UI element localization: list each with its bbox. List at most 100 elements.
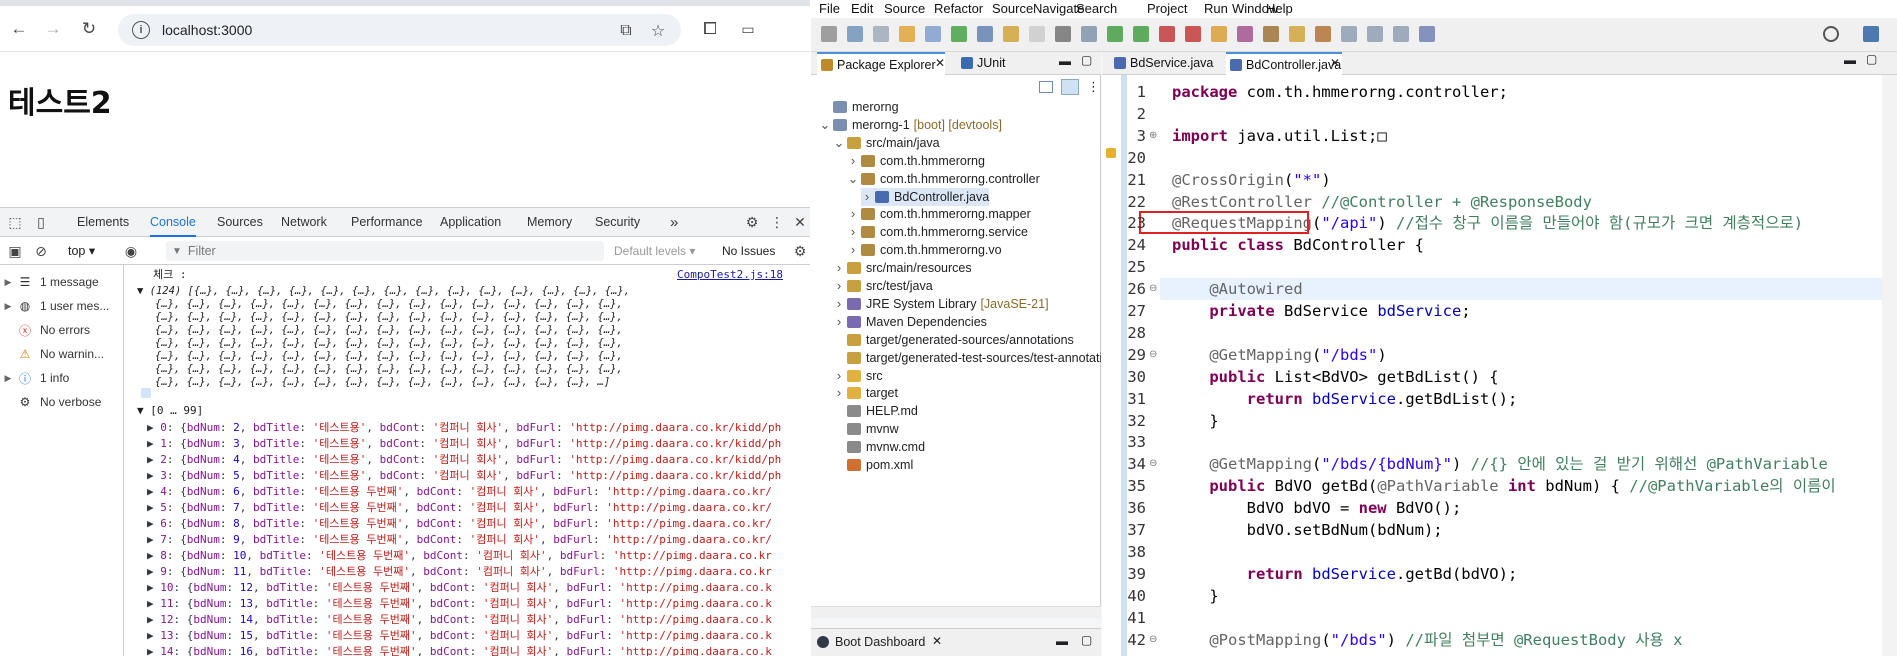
code-line[interactable]: import java.util.List;□ xyxy=(1172,125,1387,147)
toolbar-button-icon[interactable] xyxy=(1211,26,1227,42)
minimize-icon[interactable]: ▬ xyxy=(1059,54,1071,68)
array-item[interactable]: ▶ 6: {bdNum: 8, bdTitle: '테스트용 두번째', bdC… xyxy=(147,516,772,532)
collapse-all-icon[interactable] xyxy=(1039,81,1053,93)
more-tabs-button[interactable]: » xyxy=(670,208,678,237)
menu-file[interactable]: File xyxy=(819,1,840,16)
toolbar-button-icon[interactable] xyxy=(1185,26,1201,42)
range-group[interactable]: ▼ [0 … 99] xyxy=(137,403,203,419)
editor-tab[interactable]: BdController.java xyxy=(1226,52,1342,75)
eye-icon[interactable]: ◉ xyxy=(122,242,140,260)
star-icon[interactable]: ☆ xyxy=(647,20,669,42)
menu-source[interactable]: Source xyxy=(992,1,1033,16)
maximize-icon[interactable]: ▢ xyxy=(1081,53,1092,67)
tab-sources[interactable]: Sources xyxy=(217,208,263,237)
array-item[interactable]: ▶ 13: {bdNum: 15, bdTitle: '테스트용 두번째', b… xyxy=(147,628,772,644)
toolbar-button-icon[interactable] xyxy=(1315,26,1331,42)
clear-console-icon[interactable]: ⊘ xyxy=(32,242,50,260)
fold-toggle-icon[interactable]: ⊖ xyxy=(1149,629,1157,651)
code-line[interactable]: return bdService.getBd(bdVO); xyxy=(1172,563,1518,585)
code-line[interactable]: package com.th.hmmerorng.controller; xyxy=(1172,81,1508,103)
reload-icon[interactable]: ↻ xyxy=(76,16,102,42)
filter-input[interactable]: ▼ Filter xyxy=(166,241,604,261)
tree-item[interactable]: › com.th.hmmerorng xyxy=(847,152,985,170)
maximize-icon[interactable]: ▢ xyxy=(1081,633,1092,647)
tree-item[interactable]: › BdController.java xyxy=(861,187,990,206)
toolbar-button-icon[interactable] xyxy=(1263,26,1279,42)
sidebar-item[interactable]: ▶ ☰ 1 message xyxy=(0,271,124,293)
tree-item[interactable]: › src/test/java xyxy=(833,277,933,295)
array-item[interactable]: ▶ 12: {bdNum: 14, bdTitle: '테스트용 두번째', b… xyxy=(147,612,772,628)
code-line[interactable]: @CrossOrigin("*") xyxy=(1172,169,1331,191)
editor-vscrollbar[interactable] xyxy=(1882,75,1897,656)
menu-search[interactable]: Search xyxy=(1076,1,1117,16)
toolbar-button-icon[interactable] xyxy=(1289,26,1305,42)
twisty-icon[interactable]: › xyxy=(847,152,859,170)
tree-item[interactable]: mvnw xyxy=(833,420,899,438)
log-levels-select[interactable]: Default levels ▾ xyxy=(614,244,695,258)
close-icon[interactable]: ✕ xyxy=(935,56,945,70)
code-line[interactable]: BdVO bdVO = new BdVO(); xyxy=(1172,497,1462,519)
expand-arrow-icon[interactable]: ▶ xyxy=(0,373,16,384)
code-line[interactable]: @Autowired xyxy=(1172,278,1302,300)
fold-toggle-icon[interactable]: ⊖ xyxy=(1149,278,1157,300)
toolbar-button-icon[interactable] xyxy=(1341,26,1357,42)
code-line[interactable]: public class BdController { xyxy=(1172,234,1424,256)
twisty-icon[interactable]: › xyxy=(847,223,859,241)
settings-icon[interactable]: ⚙ xyxy=(743,213,761,231)
toolbar-button-icon[interactable] xyxy=(977,26,993,42)
tab-application[interactable]: Application xyxy=(440,208,501,237)
tree-hscrollbar[interactable] xyxy=(811,606,1101,618)
editor-tab[interactable]: BdService.java xyxy=(1110,52,1216,75)
array-item[interactable]: ▶ 11: {bdNum: 13, bdTitle: '테스트용 두번째', b… xyxy=(147,596,772,612)
perspective-icon[interactable] xyxy=(1863,26,1879,42)
expand-arrow-icon[interactable]: ▶ xyxy=(0,301,16,312)
code-line[interactable]: return bdService.getBdList(); xyxy=(1172,388,1518,410)
menu-run[interactable]: Run xyxy=(1204,1,1228,16)
toolbar-button-icon[interactable] xyxy=(1393,26,1409,42)
toolbar-button-icon[interactable] xyxy=(1029,26,1045,42)
close-icon[interactable]: ✕ xyxy=(791,213,809,231)
code-line[interactable]: @GetMapping("/bds") xyxy=(1172,344,1386,366)
extensions-icon[interactable]: ⧠ xyxy=(697,16,723,42)
close-icon[interactable]: ✕ xyxy=(932,634,942,648)
boot-dashboard-tab[interactable]: Boot Dashboard ✕ ▬ ▢ xyxy=(811,628,1101,656)
toolbar-button-icon[interactable] xyxy=(1081,26,1097,42)
address-bar[interactable]: i localhost:3000 ⧉ ☆ xyxy=(118,14,681,46)
tree-item[interactable]: › com.th.hmmerorng.service xyxy=(847,223,1028,241)
tab-junit[interactable]: JUnit xyxy=(957,52,1017,75)
menu-refactor[interactable]: Refactor xyxy=(934,1,983,16)
code-line[interactable]: public List<BdVO> getBdList() { xyxy=(1172,366,1498,388)
toolbar-button-icon[interactable] xyxy=(821,26,837,42)
tree-item[interactable]: › com.th.hmmerorng.vo xyxy=(847,241,1002,259)
twisty-icon[interactable]: › xyxy=(833,313,845,331)
array-item[interactable]: ▶ 0: {bdNum: 2, bdTitle: '테스트용', bdCont:… xyxy=(147,420,781,436)
toolbar-button-icon[interactable] xyxy=(925,26,941,42)
tab-performance[interactable]: Performance xyxy=(351,208,423,237)
console-settings-icon[interactable]: ⚙ xyxy=(791,242,809,260)
close-icon[interactable]: ✕ xyxy=(1330,56,1340,70)
inspect-icon[interactable]: ⬚ xyxy=(6,213,24,231)
sidebar-item[interactable]: ⓧ No errors xyxy=(0,319,124,341)
tree-item[interactable]: target/generated-sources/annotations xyxy=(833,331,1074,349)
sidebar-item[interactable]: ⚠ No warnin... xyxy=(0,343,124,365)
twisty-icon[interactable]: › xyxy=(847,205,859,223)
array-item[interactable]: ▶ 3: {bdNum: 5, bdTitle: '테스트용', bdCont:… xyxy=(147,468,781,484)
tab-security[interactable]: Security xyxy=(595,208,640,237)
maximize-icon[interactable]: ▢ xyxy=(1866,52,1877,66)
toolbar-button-icon[interactable] xyxy=(1003,26,1019,42)
link-editor-icon[interactable] xyxy=(1061,79,1079,95)
array-item[interactable]: ▶ 1: {bdNum: 3, bdTitle: '테스트용', bdCont:… xyxy=(147,436,781,452)
twisty-icon[interactable]: ⌄ xyxy=(819,116,831,134)
search-icon[interactable] xyxy=(1823,26,1839,42)
back-icon[interactable]: ← xyxy=(6,16,32,42)
code-line[interactable]: bdVO.setBdNum(bdNum); xyxy=(1172,519,1443,541)
code-line[interactable]: public BdVO getBd(@PathVariable int bdNu… xyxy=(1172,475,1835,497)
twisty-icon[interactable]: › xyxy=(833,367,845,385)
minimize-icon[interactable]: ▬ xyxy=(1844,53,1856,67)
toolbar-button-icon[interactable] xyxy=(1419,26,1435,42)
twisty-icon[interactable]: ⌄ xyxy=(847,170,859,188)
code-line[interactable]: private BdService bdService; xyxy=(1172,300,1470,322)
array-item[interactable]: ▶ 4: {bdNum: 6, bdTitle: '테스트용 두번째', bdC… xyxy=(147,484,772,500)
sidebar-item[interactable]: ⚙ No verbose xyxy=(0,391,124,413)
tab-elements[interactable]: Elements xyxy=(77,208,129,237)
